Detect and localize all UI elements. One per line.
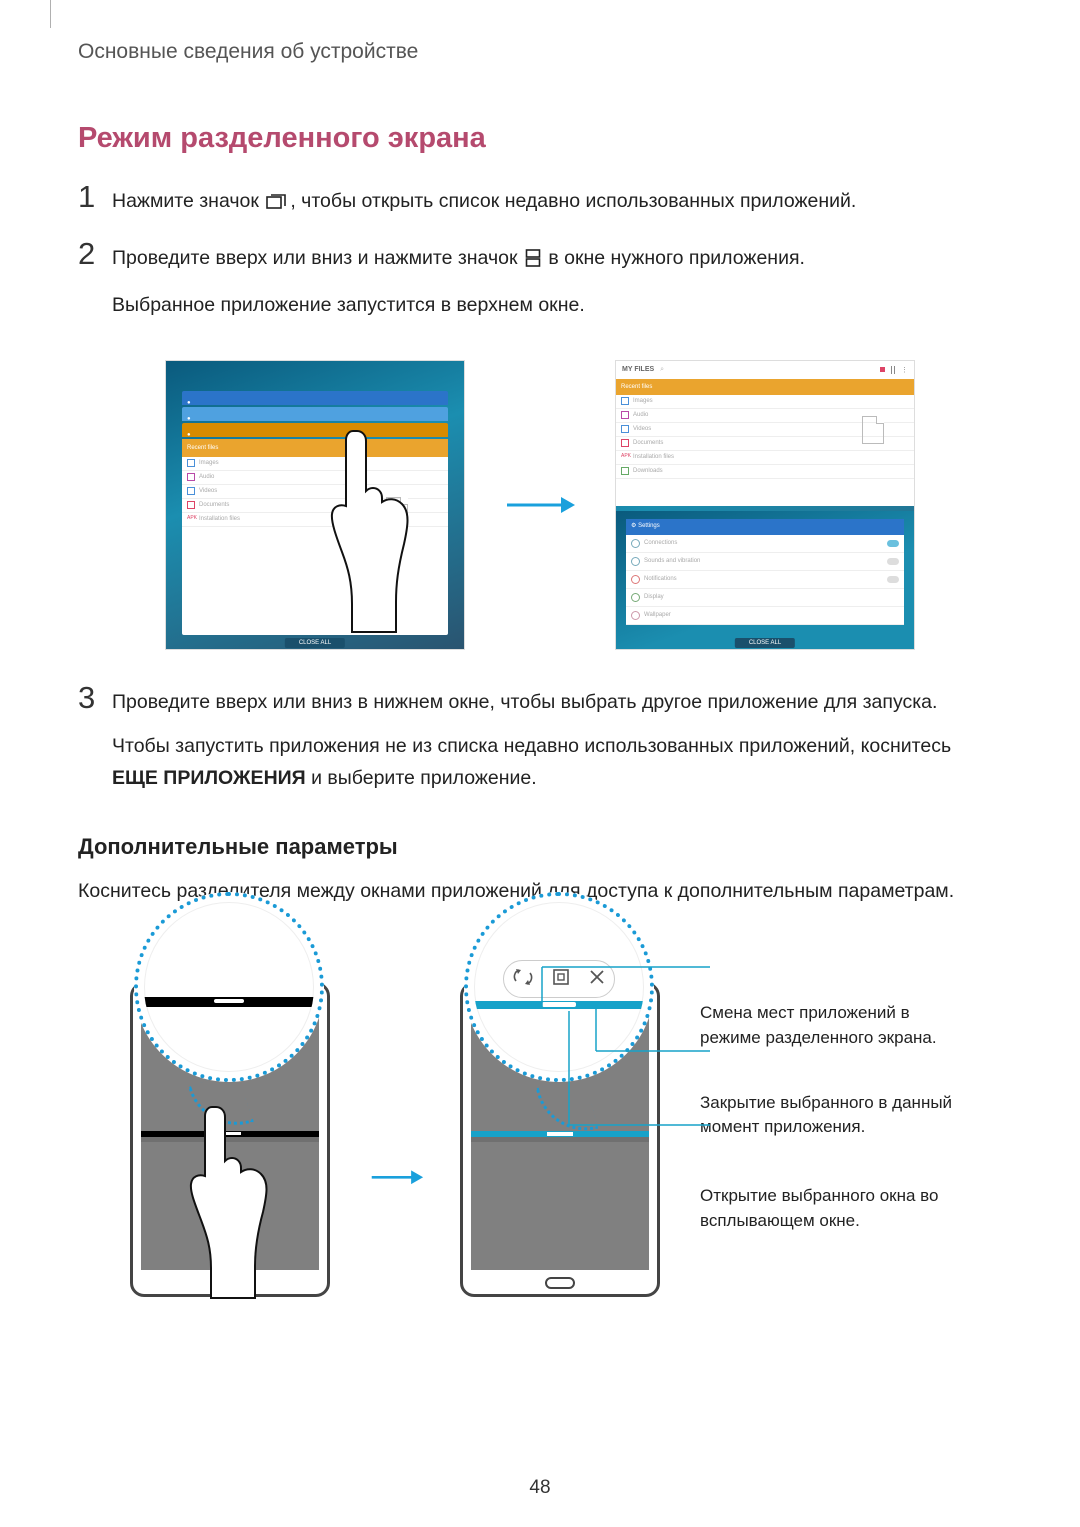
list-item: Documents: [633, 440, 663, 446]
list-item: Videos: [199, 488, 217, 494]
step3-line2-post: и выберите приложение.: [306, 767, 537, 789]
step-1: 1 Нажмите значок , чтобы открыть список …: [78, 179, 1002, 232]
callout-popup: Открытие выбранного окна во всплывающем …: [700, 1184, 960, 1233]
callout-list: Смена мест приложений в режиме разделенн…: [700, 1001, 960, 1233]
step-number: 2: [78, 236, 112, 333]
split-screen-icon: [525, 245, 541, 277]
step3-line2-bold: ЕЩЕ ПРИЛОЖЕНИЯ: [112, 767, 306, 789]
files-label: MY FILES: [622, 366, 654, 373]
callout-close: Закрытие выбранного в данный момент прил…: [700, 1091, 960, 1140]
list-item: Notifications: [644, 576, 677, 582]
list-item: Wallpaper: [644, 612, 671, 618]
magnifier-left: [134, 892, 324, 1082]
step1-text-post: , чтобы открыть список недавно использов…: [290, 190, 856, 212]
file-icon: [862, 416, 884, 444]
list-item: Downloads: [633, 468, 663, 474]
breadcrumb: Основные сведения об устройстве: [78, 40, 1002, 64]
step1-text-pre: Нажмите значок: [112, 190, 259, 212]
step3-line1: Проведите вверх или вниз в нижнем окне, …: [112, 686, 1002, 718]
recent-apps-icon: [266, 188, 288, 220]
list-item: Documents: [199, 502, 229, 508]
list-item: Images: [199, 460, 219, 466]
close-all-button: CLOSE ALL: [735, 638, 795, 648]
section-title: Режим разделенного экрана: [78, 122, 1002, 155]
step-number: 1: [78, 179, 112, 232]
step-3: 3 Проведите вверх или вниз в нижнем окне…: [78, 680, 1002, 807]
list-item: Display: [644, 594, 664, 600]
step-2: 2 Проведите вверх или вниз и нажмите зна…: [78, 236, 1002, 333]
list-item: Installation files: [633, 454, 674, 460]
list-item: Installation files: [199, 516, 240, 522]
tablet-screenshot-right: MY FILES ⌕ ⋮ Recent files Images Audio V…: [615, 360, 915, 650]
close-icon: [589, 969, 605, 990]
list-item: Videos: [633, 426, 651, 432]
list-item: Images: [633, 398, 653, 404]
page-number: 48: [0, 1477, 1080, 1499]
callout-swap: Смена мест приложений в режиме разделенн…: [700, 1001, 960, 1050]
settings-header: ⚙ Settings: [626, 519, 904, 535]
subsection-title: Дополнительные параметры: [78, 834, 1002, 860]
step2-line1-post: в окне нужного приложения.: [548, 247, 805, 269]
arrow-right-icon: [370, 1167, 430, 1188]
right-orange-label: Recent files: [621, 384, 652, 390]
step2-line2: Выбранное приложение запустится в верхне…: [112, 289, 1002, 321]
swap-apps-icon: [513, 967, 533, 992]
close-all-button: CLOSE ALL: [285, 638, 345, 648]
file-icon: [386, 497, 408, 525]
step-number: 3: [78, 680, 112, 807]
list-item: Connections: [644, 540, 677, 546]
figure-split-select: ● ● ● Recent files Images Audio Videos D…: [78, 360, 1002, 650]
step3-line2-pre: Чтобы запустить приложения не из списка …: [112, 735, 951, 757]
list-item: Audio: [199, 474, 214, 480]
list-item: Audio: [633, 412, 648, 418]
popup-window-icon: [552, 968, 570, 991]
tablet-screenshot-left: ● ● ● Recent files Images Audio Videos D…: [165, 360, 465, 650]
magnifier-right: [464, 892, 654, 1082]
arrow-right-icon: [505, 493, 575, 517]
figure-divider-options: Смена мест приложений в режиме разделенн…: [78, 937, 1002, 1297]
left-orange-label: Recent files: [187, 445, 218, 451]
list-item: Sounds and vibration: [644, 558, 700, 564]
step2-line1-pre: Проведите вверх или вниз и нажмите значо…: [112, 247, 518, 269]
